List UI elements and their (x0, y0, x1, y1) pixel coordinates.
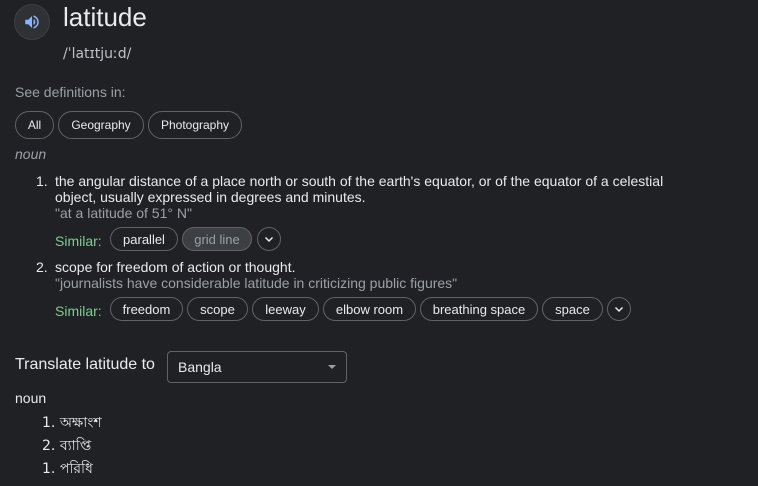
translation-text: পরিধি (59, 461, 93, 477)
synonym-breathing-space[interactable]: breathing space (420, 297, 538, 321)
sense-definition: scope for freedom of action or thought. (55, 259, 296, 275)
chevron-down-icon (613, 303, 625, 315)
sense-example: "at a latitude of 51° N" (55, 205, 192, 221)
synonym-label: elbow room (335, 301, 404, 317)
pronounce-button[interactable] (14, 4, 50, 40)
synonym-freedom[interactable]: freedom (110, 297, 183, 321)
translation-number: 1. (42, 415, 56, 431)
synonym-elbow-room[interactable]: elbow room (323, 297, 416, 321)
translation-number: 1. (42, 461, 56, 477)
sense-example: "journalists have considerable latitude … (55, 275, 458, 291)
synonym-label: grid line (194, 231, 240, 247)
chip-all[interactable]: All (15, 111, 54, 139)
chip-label: Geography (71, 118, 131, 132)
dropdown-caret-icon (328, 365, 336, 369)
synonym-scope[interactable]: scope (187, 297, 248, 321)
translation-part-of-speech: noun (15, 390, 47, 406)
translation-text: ব্যাপ্তি (59, 438, 92, 454)
headword: latitude (63, 2, 147, 32)
sense-number: 1. (36, 173, 48, 189)
synonym-label: scope (200, 301, 235, 317)
sense-definition: the angular distance of a place north or… (55, 173, 664, 189)
expand-synonyms-button[interactable] (257, 227, 281, 251)
see-definitions-label: See definitions in: (15, 84, 126, 100)
part-of-speech: noun (15, 146, 47, 162)
chip-photography[interactable]: Photography (148, 111, 242, 139)
expand-synonyms-button[interactable] (607, 297, 631, 321)
translation-item: 1. অক্ষাংশ (42, 411, 102, 435)
language-select[interactable]: Bangla (167, 351, 347, 383)
chip-label: Photography (160, 118, 230, 132)
synonym-label: leeway (265, 301, 306, 317)
synonym-label: breathing space (432, 301, 526, 317)
synonym-parallel[interactable]: parallel (110, 227, 178, 251)
sense-definition-continued: object, usually expressed in degrees and… (55, 189, 366, 205)
similar-label: Similar: (55, 303, 102, 319)
translate-label: Translate latitude to (15, 356, 155, 373)
phonetic-spelling: /ˈlatɪtjuːd/ (63, 46, 132, 62)
sense-number: 2. (36, 259, 48, 275)
selected-language: Bangla (178, 359, 222, 375)
synonym-label: space (555, 301, 590, 317)
synonym-label: parallel (123, 231, 165, 247)
chevron-down-icon (263, 233, 275, 245)
translation-text: অক্ষাংশ (59, 415, 102, 431)
synonym-label: freedom (122, 301, 171, 317)
synonym-grid-line[interactable]: grid line (182, 227, 252, 251)
translation-number: 2. (42, 438, 56, 454)
synonym-leeway[interactable]: leeway (252, 297, 319, 321)
chip-geography[interactable]: Geography (58, 111, 144, 139)
translation-item: 1. পরিধি (42, 457, 93, 481)
synonym-space[interactable]: space (542, 297, 603, 321)
chip-label: All (27, 118, 42, 132)
similar-label: Similar: (55, 233, 102, 249)
speaker-icon (23, 13, 41, 31)
translation-item: 2. ব্যাপ্তি (42, 434, 91, 458)
